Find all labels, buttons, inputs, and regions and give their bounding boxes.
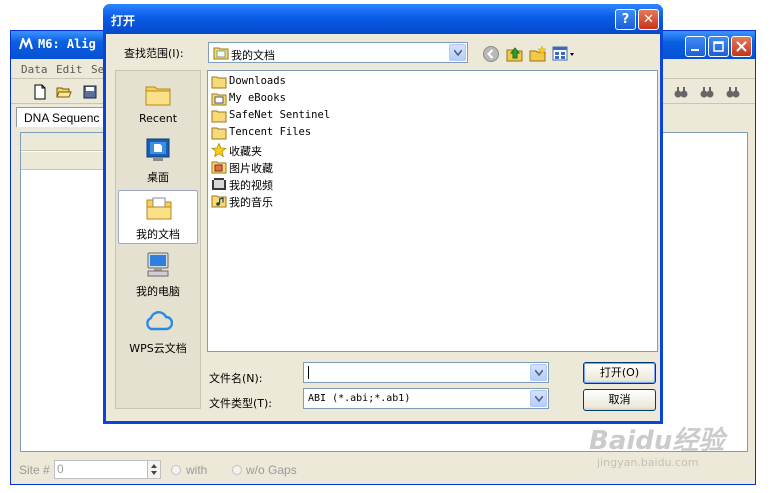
file-type-dropdown[interactable]: ABI (*.abi;*.ab1) [303,388,549,409]
help-button[interactable]: ? [615,9,636,30]
menu-edit[interactable]: Edit [56,63,83,76]
tab-dna-sequences[interactable]: DNA Sequenc [16,107,108,127]
minimize-button[interactable] [685,36,706,57]
place-my-documents[interactable]: 我的文档 [118,190,198,244]
find-next-icon[interactable] [699,84,715,100]
spinner-arrows-icon [151,464,157,475]
file-name: 我的音乐 [229,196,273,209]
place-label: 我的文档 [136,228,180,241]
cancel-button[interactable]: 取消 [583,389,656,411]
chevron-down-icon [535,396,543,402]
file-list[interactable]: Downloads My eBooks SafeNet Sentinel Ten… [207,70,658,352]
look-in-value: 我的文档 [231,49,275,62]
star-icon [211,143,227,157]
watermark-url: jingyan.baidu.com [597,456,699,469]
file-type-dropdown-button[interactable] [530,390,547,407]
music-folder-icon [211,195,227,208]
place-desktop[interactable]: 桌面 [118,134,198,188]
file-name-input[interactable] [303,362,549,383]
open-button[interactable]: 打开(O) [583,362,656,384]
menu-data[interactable]: Data [21,63,48,76]
open-file-dialog: 打开 ? ✕ 查找范围(I): 我的文档 Recent 桌面 我的文档 我的电脑… [103,4,663,424]
place-my-computer[interactable]: 我的电脑 [118,248,198,302]
dialog-body: 查找范围(I): 我的文档 Recent 桌面 我的文档 我的电脑 WPS云文档… [106,34,660,421]
grid-header-row [21,133,106,151]
video-folder-icon [212,178,226,190]
grid-header-row [21,152,106,170]
special-folder-icon [211,93,227,106]
folder-icon [211,127,227,140]
file-name-dropdown-button[interactable] [530,364,547,381]
without-gaps-label: w/o Gaps [246,463,297,477]
background-window-title: M6: Alig [38,37,96,51]
my-documents-icon [213,47,229,60]
place-label: 我的电脑 [136,285,180,298]
look-in-label: 查找范围(I): [124,47,184,60]
my-documents-icon [146,197,172,220]
chevron-down-icon [535,370,543,376]
maximize-icon [713,41,724,52]
help-icon: ? [621,12,630,27]
place-recent[interactable]: Recent [118,77,198,131]
site-number-input[interactable]: 0 [54,460,149,479]
place-label: WPS云文档 [129,342,187,355]
tab-label: DNA Sequenc [24,111,100,125]
file-name: Downloads [229,75,286,87]
text-caret [308,366,309,379]
dialog-close-button[interactable]: ✕ [638,9,659,30]
my-computer-icon [147,252,169,277]
dialog-title: 打开 [111,14,136,28]
open-folder-icon[interactable] [56,84,72,100]
recent-folder-icon [145,86,171,106]
new-file-icon[interactable] [32,84,48,100]
with-gaps-radio[interactable] [171,465,181,475]
find-prev-icon[interactable] [725,84,741,100]
find-icon[interactable] [673,84,689,100]
maximize-button[interactable] [708,36,729,57]
baidu-watermark: Baidu经验 jingyan.baidu.com [583,420,753,480]
file-name: My eBooks [229,92,286,104]
up-folder-icon[interactable] [506,45,524,63]
file-name: 我的视频 [229,179,273,192]
file-name: 收藏夹 [229,145,262,158]
without-gaps-radio[interactable] [232,465,242,475]
save-icon[interactable] [82,84,98,100]
back-icon[interactable] [482,45,500,63]
mega-app-icon [19,38,33,50]
minimize-icon [691,49,699,51]
look-in-dropdown-button[interactable] [449,44,466,61]
places-bar: Recent 桌面 我的文档 我的电脑 WPS云文档 [115,70,201,409]
close-icon: ✕ [643,12,654,27]
close-icon [736,41,747,52]
dialog-title-bar[interactable]: 打开 ? ✕ [103,4,663,34]
pictures-folder-icon [211,161,227,174]
file-name: SafeNet Sentinel [229,109,331,121]
cloud-icon [146,311,173,331]
file-name-label: 文件名(N): [209,372,263,385]
file-type-value: ABI (*.abi;*.ab1) [308,393,411,404]
place-label: Recent [138,112,178,125]
site-label: Site # [19,463,50,477]
watermark-brand: Baidu经验 [589,426,725,456]
new-folder-icon[interactable] [529,45,547,63]
place-label: 桌面 [147,171,169,184]
close-button[interactable] [731,36,752,57]
place-wps-cloud[interactable]: WPS云文档 [118,305,198,359]
folder-icon [211,76,227,89]
with-gaps-label: with [186,463,208,477]
desktop-icon [146,138,170,161]
file-name: 图片收藏 [229,162,273,175]
chevron-down-icon [454,50,462,56]
file-name: Tencent Files [229,126,312,138]
look-in-dropdown[interactable]: 我的文档 [208,42,468,63]
folder-icon [211,110,227,123]
file-type-label: 文件类型(T): [209,397,273,410]
view-menu-icon[interactable] [552,45,576,63]
site-spinner[interactable] [147,460,161,479]
